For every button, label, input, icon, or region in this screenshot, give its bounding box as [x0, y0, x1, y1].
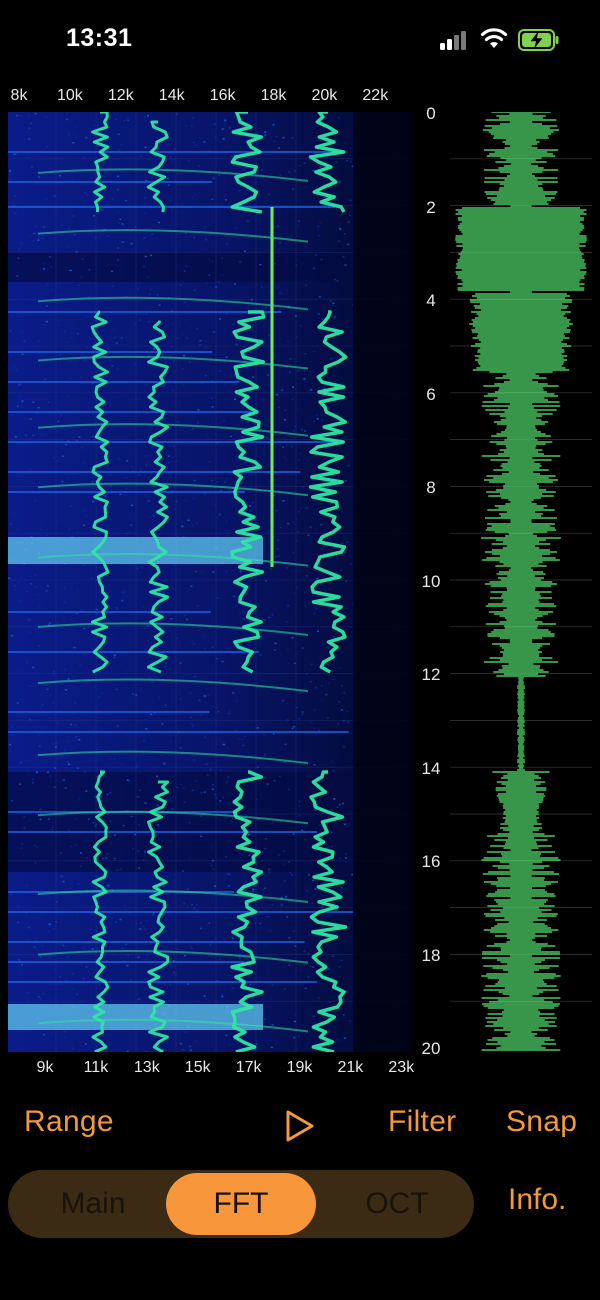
freq-top-tick-label: 22k — [362, 87, 389, 104]
freq-top-tick-label: 20k — [311, 87, 338, 104]
time-tick-label: 4 — [426, 291, 436, 310]
play-icon[interactable] — [284, 1108, 316, 1144]
time-tick-label: 20 — [421, 1039, 441, 1058]
freq-bottom-tick-label: 11k — [83, 1059, 109, 1076]
time-tick-label: 14 — [421, 758, 441, 778]
time-tick-label: 6 — [426, 384, 436, 404]
time-tick-label: 18 — [421, 945, 441, 965]
time-tick-label: 12 — [421, 665, 441, 684]
freq-bottom-tick-label: 19k — [286, 1059, 313, 1076]
time-tick-label: 8 — [426, 478, 436, 497]
freq-bottom-tick-label: 17k — [235, 1059, 262, 1076]
time-tick-label: 0 — [426, 104, 436, 123]
mode-segmented-control: Main FFT OCT — [8, 1170, 474, 1238]
spectrogram-view[interactable] — [8, 112, 412, 1052]
time-tick-label: 16 — [421, 852, 441, 871]
freq-bottom-tick-label: 23k — [388, 1059, 415, 1076]
freq-bottom-tick-label: 13k — [133, 1059, 160, 1076]
time-axis: 0 2 4 6 8 10 12 14 16 18 20 — [412, 104, 450, 1058]
filter-button[interactable]: Filter — [388, 1105, 456, 1139]
snap-button[interactable]: Snap — [506, 1105, 577, 1139]
freq-top-tick-label: 14k — [158, 87, 185, 104]
time-tick-label: 10 — [421, 571, 441, 591]
tab-main[interactable]: Main — [18, 1170, 168, 1238]
range-button[interactable]: Range — [24, 1105, 114, 1139]
waveform-view[interactable] — [450, 112, 592, 1052]
time-tick-label: 2 — [426, 197, 436, 217]
status-time: 13:31 — [66, 24, 133, 52]
freq-bottom-tick-label: 9k — [36, 1059, 54, 1076]
cellular-signal-icon — [440, 30, 468, 50]
freq-top-tick-label: 10k — [56, 87, 83, 104]
info-button[interactable]: Info. — [508, 1183, 566, 1217]
freq-top-tick-label: 16k — [209, 87, 236, 104]
tab-oct[interactable]: OCT — [322, 1170, 472, 1238]
freq-top-tick-label: 8k — [10, 87, 28, 104]
freq-bottom-tick-label: 15k — [184, 1059, 211, 1076]
freq-top-tick-label: 12k — [107, 87, 134, 104]
tab-fft[interactable]: FFT — [166, 1173, 316, 1235]
freq-bottom-tick-label: 21k — [337, 1059, 364, 1076]
spectrogram-panel: 8k 10k 12k 14k 16k 18k 20k 22k 0 2 4 6 8 10 12 14 16 18 2… — [0, 80, 600, 1080]
frequency-axis-bottom: 9k 11k 13k 15k 17k 19k 21k 23k — [0, 1052, 415, 1084]
frequency-axis-top: 8k 10k 12k 14k 16k 18k 20k 22k — [0, 80, 410, 112]
wifi-icon — [480, 28, 508, 48]
freq-top-tick-label: 18k — [260, 87, 287, 104]
status-bar: 13:31 — [0, 0, 600, 80]
battery-charging-icon — [518, 29, 559, 51]
